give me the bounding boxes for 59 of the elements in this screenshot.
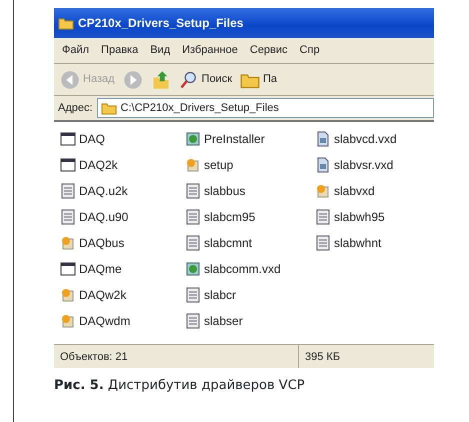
file-icon — [315, 131, 331, 147]
folder-up-icon — [150, 70, 171, 90]
up-folder-button[interactable] — [150, 70, 171, 90]
folders-button[interactable]: Па — [240, 70, 278, 90]
file-name[interactable]: slabcm95 — [204, 208, 256, 226]
document-icon — [315, 235, 331, 251]
file-name[interactable]: slabcomm.vxd — [204, 260, 281, 278]
document-icon — [315, 209, 331, 225]
file-name[interactable]: slabvsr.vxd — [334, 156, 394, 174]
menu-item[interactable]: Правка — [101, 42, 138, 59]
setup-icon — [60, 235, 76, 251]
file-name[interactable]: setup — [204, 156, 234, 174]
document-icon — [185, 287, 201, 303]
file-name[interactable]: DAQ — [79, 130, 106, 148]
file-name[interactable]: slabser — [204, 312, 243, 330]
file-name[interactable]: DAQbus — [79, 234, 124, 252]
file-name[interactable]: slabcr — [204, 286, 236, 304]
figure-caption: Рис. 5. Дистрибутив драйверов VCP — [54, 377, 305, 395]
file-name[interactable]: slabwh95 — [334, 208, 385, 226]
document-icon — [185, 209, 201, 225]
address-label: Адрес: — [58, 100, 93, 116]
window-title: CP210x_Drivers_Setup_Files — [78, 15, 244, 32]
file-name[interactable]: slabvcd.vxd — [334, 130, 397, 148]
file-name[interactable]: DAQw2k — [79, 286, 126, 304]
app-icon — [185, 131, 201, 147]
setup-icon — [60, 313, 76, 329]
status-size: 395 КБ — [304, 350, 342, 365]
window-icon — [60, 157, 76, 173]
app-icon — [185, 261, 201, 277]
file-name[interactable]: DAQme — [79, 260, 122, 278]
document-icon — [185, 313, 201, 329]
file-name[interactable]: PreInstaller — [204, 130, 265, 148]
file-name[interactable]: DAQwdm — [79, 312, 130, 330]
file-name[interactable]: DAQ.u90 — [79, 208, 128, 226]
window-icon — [60, 131, 76, 147]
document-icon — [185, 235, 201, 251]
document-icon — [60, 209, 76, 225]
file-name[interactable]: slabwhnt — [334, 234, 382, 252]
file-name[interactable]: slabbus — [204, 182, 246, 200]
setup-icon — [315, 183, 331, 199]
search-icon — [178, 70, 199, 90]
menu-item[interactable]: Вид — [150, 42, 170, 59]
setup-icon — [60, 287, 76, 303]
menu-item[interactable]: Файл — [62, 42, 90, 59]
menu-item[interactable]: Сервис — [250, 42, 288, 59]
file-name[interactable]: slabcmnt — [204, 234, 252, 252]
document-icon — [60, 183, 76, 199]
file-name[interactable]: DAQ.u2k — [79, 182, 128, 200]
document-icon — [185, 183, 201, 199]
window-icon — [60, 261, 76, 277]
file-name[interactable]: slabvxd — [334, 182, 375, 200]
file-name[interactable]: DAQ2k — [79, 156, 118, 174]
file-icon — [315, 157, 331, 173]
search-button[interactable]: Поиск — [178, 70, 232, 90]
setup-icon — [185, 157, 201, 173]
menu-item[interactable]: Избранное — [182, 42, 238, 59]
menu-item[interactable]: Спр — [300, 42, 320, 59]
status-objects: Объектов: 21 — [54, 345, 299, 368]
address-field[interactable]: C:\CP210x_Drivers_Setup_Files — [96, 98, 434, 118]
